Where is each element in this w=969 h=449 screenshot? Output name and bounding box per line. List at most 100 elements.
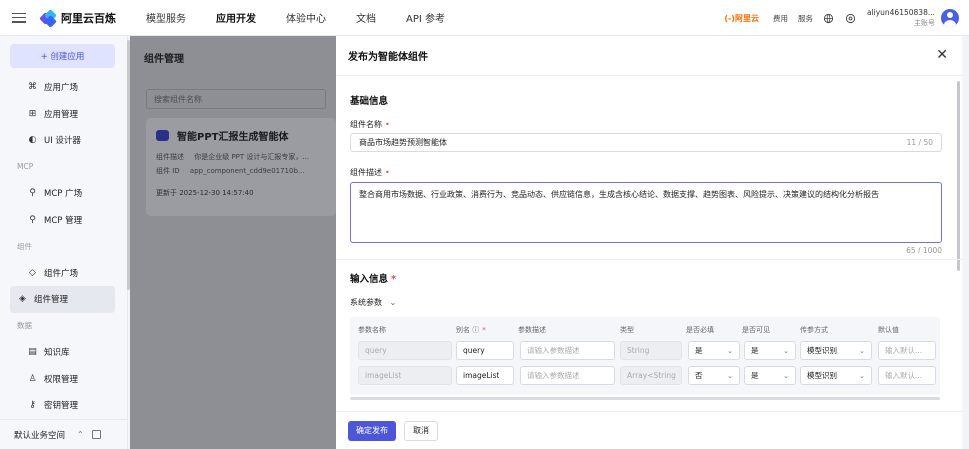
- sidebar-item[interactable]: ◇ 组件广场: [10, 260, 115, 287]
- avatar[interactable]: [941, 9, 959, 27]
- page-title: 组件管理: [144, 54, 184, 65]
- book-icon: ▤: [28, 347, 37, 358]
- default-value-input[interactable]: 输入默认...: [878, 341, 936, 360]
- sidebar-item[interactable]: ⚲ MCP 广场: [10, 180, 115, 207]
- sidebar-item-label: UI 设计器: [44, 136, 81, 147]
- language-icon[interactable]: [823, 12, 835, 24]
- sidebar: + 创建应用 ⌘ 应用广场 ⊞ 应用管理 ◐ UI 设计器 MCP ⚲ MCP 广场 ⚲ MCP 管…: [0, 36, 128, 449]
- app-manage-icon: ⊞: [28, 108, 37, 119]
- card-desc-label: 组件描述: [156, 153, 184, 161]
- params-table: 参数名称 别名 ⓘ * 参数描述 类型 是否必填 是否可见 传参方式 默认值 query query…: [350, 317, 940, 395]
- component-manage-icon: ◈: [19, 294, 26, 305]
- sidebar-item-label: 组件广场: [44, 268, 79, 279]
- modal-overlay[interactable]: 组件管理 搜索组件名称 智能PPT汇报生成智能体 组件描述 你是企业级 PPT …: [130, 36, 336, 449]
- component-card[interactable]: 智能PPT汇报生成智能体 组件描述 你是企业级 PPT 设计与汇报专家，... …: [146, 118, 336, 216]
- account-type: 主账号: [914, 19, 935, 27]
- sidebar-item[interactable]: ⚲ MCP 管理: [10, 207, 115, 234]
- mcp-icon: ⚲: [29, 188, 36, 199]
- logo[interactable]: 阿里云百炼: [39, 8, 116, 28]
- sidebar-item[interactable]: ♙ 权限管理: [10, 366, 115, 393]
- required-select[interactable]: 否 ⌄: [688, 366, 740, 385]
- component-name-value: 商品市场趋势预测智能体: [359, 138, 447, 147]
- sidebar-group-label: 组件: [17, 241, 32, 251]
- name-label: 组件名称 •: [350, 120, 390, 129]
- chevron-down-icon: ⌄: [727, 346, 733, 355]
- chevron-down-icon: ⌄: [783, 346, 789, 355]
- sidebar-item-label: 密钥管理: [44, 401, 79, 412]
- close-icon[interactable]: ✕: [936, 48, 948, 62]
- key-icon: ⚷: [29, 400, 36, 411]
- sidebar-item[interactable]: ⊞ 应用管理: [10, 101, 115, 128]
- palette-icon: ◐: [28, 135, 37, 146]
- table-scrollbar[interactable]: [350, 397, 940, 400]
- sidebar-item[interactable]: ⚷ 密钥管理: [10, 392, 115, 419]
- table-header: 传参方式: [800, 326, 828, 334]
- sidebar-item-label: 应用广场: [44, 83, 79, 94]
- top-nav-item[interactable]: 文档: [356, 10, 376, 25]
- user-name: aliyun46150838...: [866, 8, 935, 17]
- sidebar-item[interactable]: ⌘ 应用广场: [10, 74, 115, 101]
- cancel-button[interactable]: 取消: [404, 420, 438, 441]
- search-input[interactable]: 搜索组件名称: [146, 89, 326, 109]
- card-id-label: 组件 ID: [156, 167, 180, 175]
- service-link[interactable]: 服务: [798, 13, 813, 24]
- component-icon: [156, 130, 169, 141]
- visible-select[interactable]: 是 ⌄: [744, 366, 796, 385]
- name-char-count: 11 / 50: [906, 138, 933, 147]
- param-alias-input[interactable]: imageList: [456, 366, 514, 385]
- collapse-panel-icon[interactable]: [91, 430, 101, 439]
- sidebar-item[interactable]: ▤ 知识库: [10, 339, 115, 366]
- component-desc-value: 整合商用市场数据、行业政策、消费行为、竞品动态、供应链信息，生成含核心结论、数据…: [359, 190, 879, 199]
- top-nav-item[interactable]: API 参考: [406, 10, 445, 25]
- pass-mode-select[interactable]: 模型识别 ⌄: [800, 366, 872, 385]
- user-info[interactable]: aliyun46150838... 主账号: [867, 8, 935, 28]
- param-name-field: query: [358, 341, 452, 360]
- user-icon: ♙: [28, 373, 37, 384]
- chevron-down-icon: ⌄: [727, 371, 733, 380]
- workspace-switcher[interactable]: 默认业务空间 ⌃: [0, 419, 128, 449]
- chevron-up-icon: ⌃: [77, 430, 84, 439]
- param-name-field: imageList: [358, 366, 452, 385]
- param-desc-input[interactable]: 请输入参数描述: [520, 366, 615, 385]
- drawer-scrollbar[interactable]: [957, 81, 960, 271]
- param-desc-input[interactable]: 请输入参数描述: [520, 341, 615, 360]
- top-bar: 阿里云百炼 模型服务 应用开发 体验中心 文档 API 参考 (-)阿里云 费用 服务 …: [0, 0, 969, 36]
- divider: [336, 259, 962, 260]
- drawer-title: 发布为智能体组件: [348, 52, 428, 63]
- table-header: 默认值: [878, 326, 899, 334]
- chevron-down-icon: ⌄: [783, 371, 789, 380]
- component-name-input[interactable]: 商品市场趋势预测智能体 11 / 50: [350, 133, 942, 152]
- bailian-logo-icon: [39, 8, 57, 28]
- component-desc-textarea[interactable]: 整合商用市场数据、行业政策、消费行为、竞品动态、供应链信息，生成含核心结论、数据…: [350, 182, 942, 243]
- menu-icon[interactable]: [12, 12, 26, 23]
- input-info-heading: 输入信息 *: [350, 274, 396, 285]
- pass-mode-select[interactable]: 模型识别 ⌄: [800, 341, 872, 360]
- desc-label: 组件描述 •: [350, 168, 390, 177]
- confirm-publish-button[interactable]: 确定发布: [348, 420, 396, 441]
- chevron-down-icon: ⌄: [859, 346, 865, 355]
- settings-icon[interactable]: [845, 12, 857, 24]
- drawer-footer: 确定发布 取消: [336, 411, 962, 449]
- top-nav-item[interactable]: 应用开发: [216, 10, 256, 25]
- required-select[interactable]: 是 ⌄: [688, 341, 740, 360]
- param-alias-input[interactable]: query: [456, 341, 514, 360]
- sidebar-item-label: 组件管理: [34, 295, 69, 306]
- param-type-field: Array<String: [620, 366, 682, 385]
- top-nav: 模型服务 应用开发 体验中心 文档 API 参考: [146, 10, 475, 25]
- table-header: 类型: [620, 326, 634, 334]
- billing-link[interactable]: 费用: [773, 13, 788, 24]
- sidebar-item-label: MCP 广场: [44, 189, 83, 200]
- top-nav-item[interactable]: 体验中心: [286, 10, 326, 25]
- default-value-input[interactable]: 输入默认...: [878, 366, 936, 385]
- sidebar-item-label: 应用管理: [44, 109, 79, 120]
- top-nav-item[interactable]: 模型服务: [146, 10, 186, 25]
- visible-select[interactable]: 是 ⌄: [744, 341, 796, 360]
- sidebar-item[interactable]: ◈ 组件管理: [10, 286, 115, 313]
- sidebar-group-label: MCP: [17, 162, 34, 172]
- aliyun-logo[interactable]: (-)阿里云: [724, 13, 759, 24]
- sidebar-item[interactable]: ◐ UI 设计器: [10, 127, 115, 154]
- create-app-button[interactable]: + 创建应用: [10, 44, 115, 68]
- card-updated: 更新于 2025-12-30 14:57:40: [156, 189, 254, 197]
- param-type-field: String: [620, 341, 682, 360]
- system-params-toggle[interactable]: 系统参数 ⌄: [350, 297, 396, 308]
